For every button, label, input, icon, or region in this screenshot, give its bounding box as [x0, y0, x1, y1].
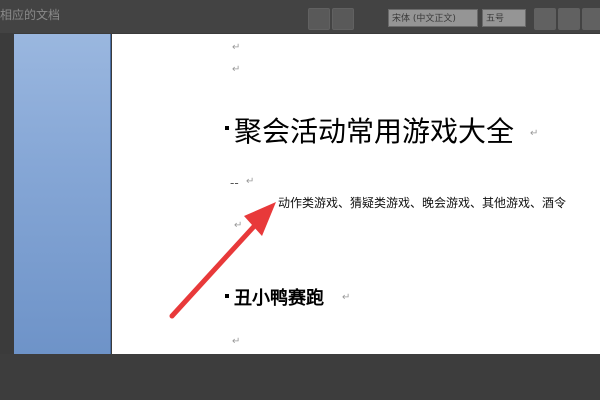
heading-ugly-duckling-race[interactable]: 丑小鸭赛跑 [234, 284, 324, 310]
document-page[interactable]: ↵ ↵ 聚会活动常用游戏大全 ↵ -- ↵ 动作类游戏、猜疑类游戏、晚会游戏、其… [112, 34, 600, 354]
paragraph-mark: ↵ [246, 176, 255, 187]
font-name-select[interactable]: 宋体 (中文正文) [388, 9, 478, 27]
clipboard-icon[interactable] [332, 8, 354, 30]
paragraph-mark: ↵ [234, 220, 243, 231]
toolbar: 相应的文档 宋体 (中文正文) 五号 [0, 0, 600, 33]
document-title: 相应的文档 [0, 8, 61, 22]
shrink-font-icon[interactable] [558, 8, 580, 30]
grow-font-icon[interactable] [534, 8, 556, 30]
paragraph-mark: ↵ [232, 336, 241, 347]
bullet-icon [225, 294, 229, 298]
clear-format-icon[interactable] [582, 8, 600, 30]
paste-icon[interactable] [308, 8, 330, 30]
game-categories-text[interactable]: 动作类游戏、猜疑类游戏、晚会游戏、其他游戏、酒令 [278, 194, 566, 211]
paragraph-mark: ↵ [232, 42, 241, 53]
paragraph-mark: ↵ [530, 128, 539, 139]
dashes-text: -- [230, 176, 239, 190]
word-processor-window: 相应的文档 宋体 (中文正文) 五号 ↵ ↵ 聚会活动常用游戏大全 ↵ -- ↵… [0, 0, 600, 400]
bullet-icon [225, 126, 229, 130]
status-area [0, 354, 600, 400]
formatting-toolbar: 宋体 (中文正文) 五号 [308, 6, 600, 30]
font-size-select[interactable]: 五号 [482, 9, 526, 27]
paragraph-mark: ↵ [342, 292, 351, 303]
paragraph-mark: ↵ [232, 64, 241, 75]
navigation-pane[interactable] [14, 34, 111, 354]
heading-main[interactable]: 聚会活动常用游戏大全 [234, 110, 514, 150]
